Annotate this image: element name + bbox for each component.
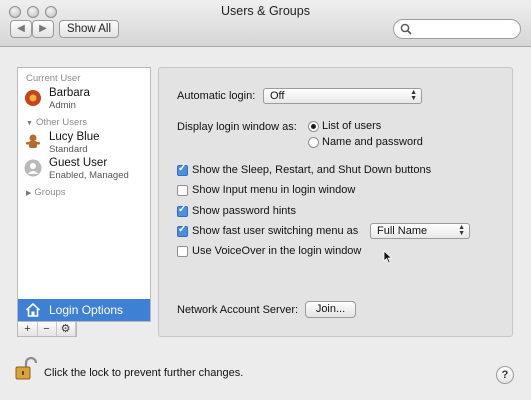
gingerbread-avatar [26, 134, 40, 148]
user-role: Standard [49, 144, 88, 155]
house-icon [25, 302, 41, 317]
sidebar-toolbar: + − ⚙ [17, 321, 77, 337]
search-icon [400, 23, 412, 35]
search-field[interactable] [393, 19, 521, 39]
users-sidebar: Current User Barbara Admin ▼ Other Users … [17, 67, 151, 322]
groups-header: ▶ Groups [26, 187, 66, 198]
radio-name-and-password-label: Name and password [322, 136, 423, 148]
show-all-button[interactable]: Show All [59, 20, 119, 38]
window-title: Users & Groups [221, 4, 310, 18]
network-account-server-label: Network Account Server: [177, 304, 299, 316]
radio-list-of-users[interactable] [308, 121, 319, 132]
radio-list-of-users-label: List of users [322, 120, 382, 132]
user-role: Admin [49, 100, 76, 111]
chevron-right-icon: ▶ [39, 23, 47, 34]
lock-status-text: Click the lock to prevent further change… [44, 367, 244, 379]
sidebar-item-guest-user[interactable]: Guest User Enabled, Managed [24, 157, 146, 187]
checkbox-show-password-hints-label: Show password hints [192, 205, 296, 217]
checkbox-use-voiceover[interactable] [177, 246, 188, 257]
title-bar: Users & Groups ◀ ▶ Show All [0, 0, 531, 47]
checkbox-show-input-menu[interactable] [177, 185, 188, 196]
back-button[interactable]: ◀ [10, 20, 32, 38]
popup-arrows-icon: ▲ ▼ [410, 89, 417, 102]
user-name: Barbara [49, 87, 90, 99]
checkbox-show-sleep-restart-label: Show the Sleep, Restart, and Shut Down b… [192, 164, 432, 176]
flower-avatar [25, 90, 41, 106]
person-silhouette-avatar [24, 159, 42, 177]
chevron-left-icon: ◀ [17, 23, 25, 34]
display-login-window-label: Display login window as: [177, 121, 297, 133]
users-groups-window: Users & Groups ◀ ▶ Show All Current User… [0, 0, 531, 400]
user-role: Enabled, Managed [49, 170, 129, 181]
user-name: Guest User [49, 157, 108, 169]
checkbox-show-password-hints[interactable] [177, 204, 188, 217]
login-options-panel: Automatic login: Off ▲ ▼ Display login wi… [158, 67, 513, 337]
add-user-button[interactable]: + [18, 322, 38, 336]
mouse-pointer-icon [383, 250, 393, 264]
automatic-login-label: Automatic login: [177, 90, 256, 102]
checkbox-show-sleep-restart[interactable] [177, 163, 188, 176]
automatic-login-popup[interactable]: Off ▲ ▼ [263, 88, 422, 104]
gear-icon[interactable]: ⚙ [56, 322, 76, 336]
sidebar-item-barbara[interactable]: Barbara Admin [24, 87, 146, 117]
other-users-header: ▼ Other Users [26, 117, 88, 128]
checkbox-use-voiceover-label: Use VoiceOver in the login window [192, 245, 362, 257]
checkbox-show-input-menu-label: Show Input menu in login window [192, 184, 356, 196]
forward-button[interactable]: ▶ [32, 20, 54, 38]
remove-user-button[interactable]: − [37, 322, 57, 336]
user-name: Lucy Blue [49, 131, 100, 143]
fast-user-switching-popup[interactable]: Full Name ▲ ▼ [370, 223, 470, 239]
help-button[interactable]: ? [496, 366, 514, 384]
disclosure-triangle-open-icon[interactable]: ▼ [26, 120, 33, 127]
current-user-header: Current User [26, 73, 81, 84]
checkbox-fast-user-switching[interactable] [177, 224, 188, 237]
popup-arrows-icon: ▲ ▼ [458, 224, 465, 237]
radio-name-and-password[interactable] [308, 137, 319, 148]
login-options-label: Login Options [49, 303, 124, 317]
disclosure-triangle-closed-icon[interactable]: ▶ [26, 190, 31, 197]
checkbox-fast-user-switching-label: Show fast user switching menu as [192, 225, 359, 237]
lock-icon[interactable] [15, 357, 37, 381]
sidebar-item-login-options[interactable]: Login Options [18, 299, 150, 321]
join-button[interactable]: Join... [305, 301, 356, 318]
